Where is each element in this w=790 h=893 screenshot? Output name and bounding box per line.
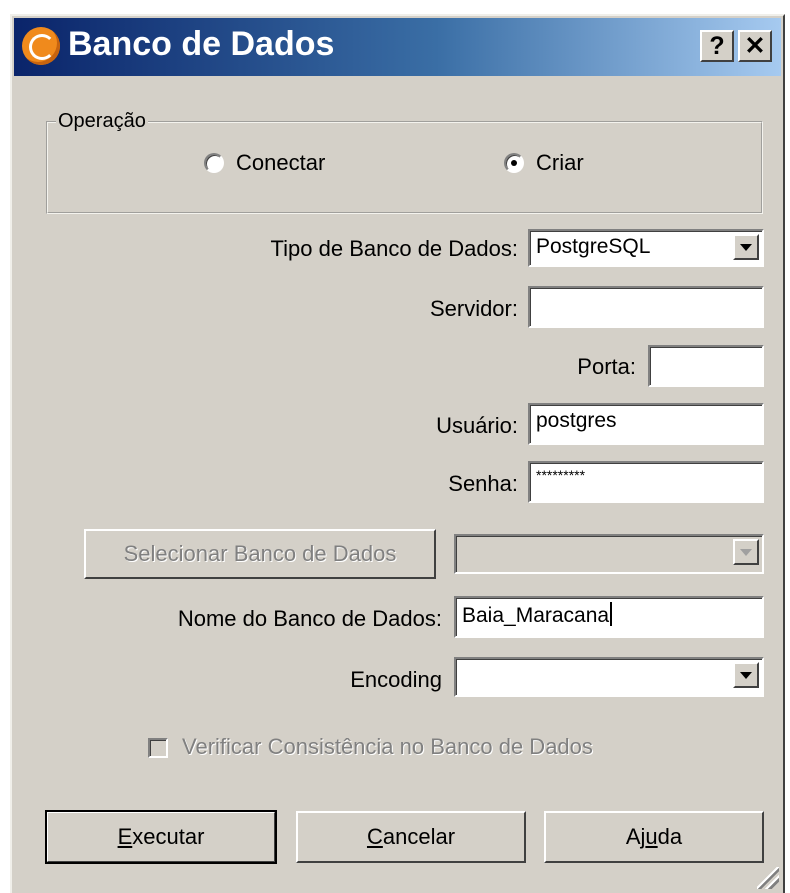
cancel-access-key: C: [366, 824, 383, 849]
verify-consistency-label[interactable]: Verificar Consistência no Banco de Dados: [182, 734, 593, 760]
execute-label: xecutar: [132, 824, 205, 849]
title-bar[interactable]: Banco de Dados ? ✕: [14, 18, 781, 76]
radio-selected-dot: [511, 160, 517, 166]
radio-conectar-label[interactable]: Conectar: [236, 150, 325, 176]
help-label-end: da: [657, 824, 683, 849]
help-button[interactable]: Ajuda: [544, 811, 764, 863]
port-label: Porta:: [577, 354, 636, 379]
database-dialog: Banco de Dados ? ✕ Operação Conectar Cri…: [10, 14, 785, 893]
close-button[interactable]: ✕: [738, 30, 772, 62]
text-caret: [610, 602, 613, 626]
encoding-label: Encoding: [350, 667, 442, 692]
chevron-down-icon[interactable]: [733, 662, 759, 688]
help-caption-button[interactable]: ?: [700, 30, 734, 62]
db-name-input[interactable]: Baia_Maracana: [454, 596, 764, 638]
execute-access-key: E: [117, 824, 133, 849]
app-logo-icon: [22, 27, 60, 65]
operation-legend: Operação: [58, 110, 146, 132]
password-label: Senha:: [448, 471, 518, 496]
verify-consistency-checkbox[interactable]: [148, 738, 168, 758]
chevron-down-icon[interactable]: [733, 539, 759, 565]
db-type-select[interactable]: PostgreSQL: [528, 229, 764, 267]
server-label: Servidor:: [429, 296, 518, 321]
server-input[interactable]: [528, 286, 764, 328]
cancel-button[interactable]: Cancelar: [296, 811, 526, 863]
password-input[interactable]: *********: [528, 461, 764, 503]
window-title: Banco de Dados: [68, 25, 335, 63]
select-database-dropdown[interactable]: [454, 534, 764, 574]
operation-group: Operação: [46, 110, 763, 214]
port-input[interactable]: [648, 345, 764, 387]
resize-grip-icon[interactable]: [757, 867, 779, 889]
chevron-down-icon[interactable]: [733, 234, 759, 260]
user-input[interactable]: postgres: [528, 403, 764, 445]
help-access-key: u: [645, 824, 658, 849]
user-label: Usuário:: [436, 413, 518, 438]
db-name-value: Baia_Maracana: [462, 604, 610, 627]
encoding-select[interactable]: [454, 657, 764, 697]
db-type-label: Tipo de Banco de Dados:: [270, 236, 518, 261]
execute-button[interactable]: Executar: [45, 810, 277, 864]
radio-criar-label[interactable]: Criar: [536, 150, 584, 176]
help-label-start: Aj: [625, 824, 646, 849]
radio-conectar[interactable]: [204, 153, 224, 173]
select-database-button[interactable]: Selecionar Banco de Dados: [84, 529, 436, 579]
radio-criar[interactable]: [504, 153, 524, 173]
db-type-value: PostgreSQL: [536, 235, 651, 258]
cancel-label: ancelar: [382, 824, 456, 849]
db-name-label: Nome do Banco de Dados:: [177, 606, 442, 631]
